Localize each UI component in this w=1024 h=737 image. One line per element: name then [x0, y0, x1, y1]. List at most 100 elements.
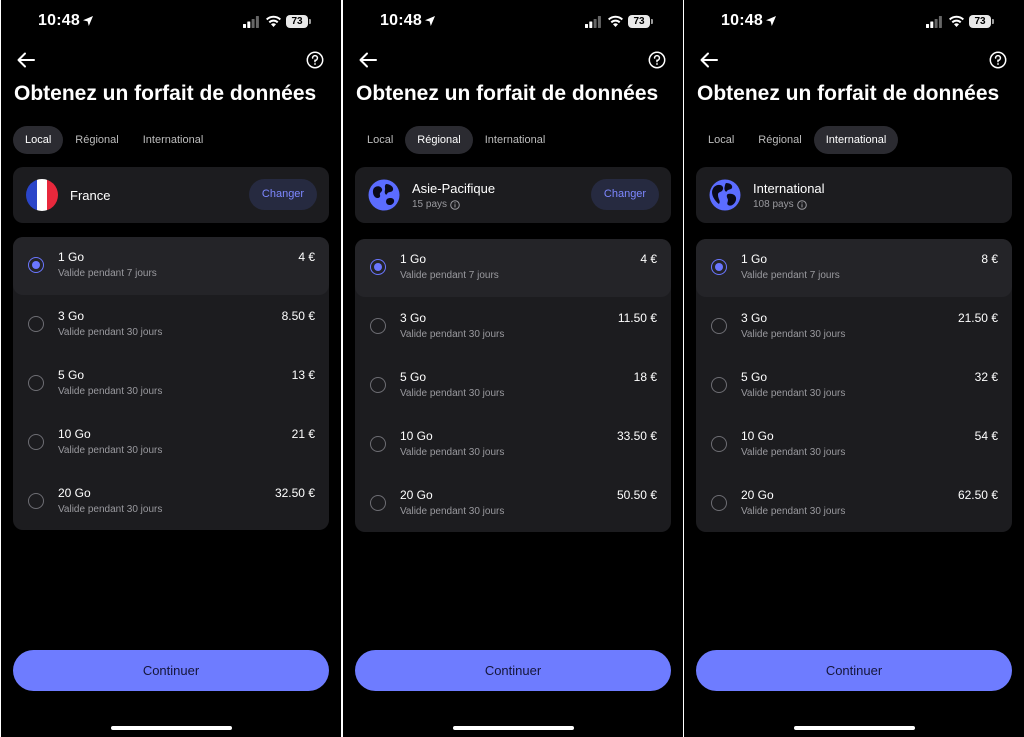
globe-icon — [709, 179, 741, 211]
change-region-button[interactable]: Changer — [249, 179, 317, 210]
help-question-icon[interactable] — [648, 51, 666, 69]
radio-unselected[interactable] — [711, 495, 727, 511]
region-tabs: Local Régional International — [696, 126, 899, 154]
radio-unselected[interactable] — [711, 318, 727, 334]
continue-button[interactable]: Continuer — [13, 650, 329, 691]
status-time: 10:48 — [380, 12, 422, 29]
cellular-signal-icon — [585, 16, 601, 28]
plan-price: 32 € — [974, 370, 998, 384]
plan-validity: Valide pendant 30 jours — [58, 386, 163, 397]
plan-size: 1 Go — [58, 250, 85, 264]
plan-size: 1 Go — [741, 252, 768, 266]
tab-regional[interactable]: Régional — [405, 126, 473, 154]
radio-unselected[interactable] — [370, 377, 386, 393]
plan-option-20go[interactable]: 20 Go Valide pendant 30 jours 62.50 € — [696, 475, 1012, 533]
plan-option-3go[interactable]: 3 Go Valide pendant 30 jours 11.50 € — [355, 298, 671, 356]
region-name: Asie-Pacifique — [412, 181, 496, 196]
plan-price: 8.50 € — [281, 309, 315, 323]
plan-option-20go[interactable]: 20 Go Valide pendant 30 jours 50.50 € — [355, 475, 671, 533]
tab-local[interactable]: Local — [696, 126, 746, 154]
plan-price: 32.50 € — [274, 486, 315, 500]
location-arrow-icon — [83, 16, 93, 26]
plan-price: 62.50 € — [957, 488, 998, 502]
region-tabs: Local Régional International — [355, 126, 557, 154]
wifi-icon — [949, 15, 964, 27]
battery-level: 73 — [969, 15, 991, 28]
cellular-signal-icon — [243, 16, 259, 28]
info-icon[interactable] — [796, 199, 807, 210]
radio-unselected[interactable] — [28, 316, 44, 332]
help-question-icon[interactable] — [989, 51, 1007, 69]
plan-price: 50.50 € — [616, 488, 657, 502]
plan-option-10go[interactable]: 10 Go Valide pendant 30 jours 33.50 € — [355, 416, 671, 474]
continue-button[interactable]: Continuer — [355, 650, 671, 691]
country-count-text: 15 pays — [412, 199, 448, 210]
radio-unselected[interactable] — [28, 375, 44, 391]
region-card: Asie-Pacifique 15 pays Changer — [355, 167, 671, 223]
plan-option-1go[interactable]: 1 Go Valide pendant 7 jours 4 € — [355, 239, 671, 297]
back-arrow-icon[interactable] — [16, 51, 36, 69]
radio-unselected[interactable] — [28, 493, 44, 509]
tab-regional[interactable]: Régional — [746, 126, 813, 154]
plan-validity: Valide pendant 7 jours — [400, 270, 499, 281]
plan-validity: Valide pendant 30 jours — [400, 506, 505, 517]
plan-price: 4 € — [298, 250, 315, 264]
plan-price: 8 € — [981, 252, 998, 266]
battery-level: 73 — [286, 15, 308, 28]
plan-price: 33.50 € — [616, 429, 657, 443]
continue-button[interactable]: Continuer — [696, 650, 1012, 691]
plan-size: 3 Go — [741, 311, 768, 325]
radio-unselected[interactable] — [28, 434, 44, 450]
radio-selected[interactable] — [370, 259, 386, 275]
plan-list: 1 Go Valide pendant 7 jours 4 € 3 Go Val… — [355, 239, 671, 532]
back-arrow-icon[interactable] — [358, 51, 378, 69]
page-title: Obtenez un forfait de données — [356, 82, 659, 105]
info-icon[interactable] — [450, 199, 460, 210]
radio-selected[interactable] — [711, 259, 727, 275]
radio-unselected[interactable] — [711, 377, 727, 393]
location-arrow-icon — [766, 16, 776, 26]
tab-regional[interactable]: Régional — [63, 126, 130, 154]
plan-option-1go[interactable]: 1 Go Valide pendant 7 jours 8 € — [696, 239, 1012, 297]
change-region-button[interactable]: Changer — [591, 179, 659, 210]
plan-option-5go[interactable]: 5 Go Valide pendant 30 jours 18 € — [355, 357, 671, 415]
plan-price: 18 € — [633, 370, 657, 384]
back-arrow-icon[interactable] — [699, 51, 719, 69]
plan-option-10go[interactable]: 10 Go Valide pendant 30 jours 54 € — [696, 416, 1012, 474]
status-bar: 10:48 73 — [1, 12, 341, 34]
cellular-signal-icon — [926, 16, 942, 28]
phone-screen-regional: 10:48 73 Obtenez un forfait de données L… — [343, 0, 683, 737]
radio-selected[interactable] — [28, 257, 44, 273]
plan-validity: Valide pendant 30 jours — [741, 388, 846, 399]
home-indicator — [453, 726, 574, 730]
tab-international[interactable]: International — [473, 126, 558, 154]
status-time: 10:48 — [38, 12, 80, 29]
plan-option-5go[interactable]: 5 Go Valide pendant 30 jours 32 € — [696, 357, 1012, 415]
tab-local[interactable]: Local — [355, 126, 405, 154]
help-question-icon[interactable] — [306, 51, 324, 69]
plan-validity: Valide pendant 30 jours — [741, 506, 846, 517]
plan-option-1go[interactable]: 1 Go Valide pendant 7 jours 4 € — [13, 237, 329, 295]
plan-option-3go[interactable]: 3 Go Valide pendant 30 jours 21.50 € — [696, 298, 1012, 356]
france-flag-icon — [26, 179, 58, 211]
tab-local[interactable]: Local — [13, 126, 64, 154]
radio-unselected[interactable] — [711, 436, 727, 452]
plan-option-10go[interactable]: 10 Go Valide pendant 30 jours 21 € — [13, 414, 329, 472]
plan-option-5go[interactable]: 5 Go Valide pendant 30 jours 13 € — [13, 355, 329, 413]
radio-unselected[interactable] — [370, 495, 386, 511]
plan-size: 1 Go — [400, 252, 427, 266]
battery-icon: 73 — [286, 15, 311, 28]
battery-level: 73 — [628, 15, 650, 28]
plan-validity: Valide pendant 30 jours — [58, 504, 163, 515]
plan-validity: Valide pendant 30 jours — [400, 329, 505, 340]
tab-international[interactable]: International — [131, 126, 216, 154]
radio-unselected[interactable] — [370, 436, 386, 452]
plan-validity: Valide pendant 30 jours — [58, 445, 163, 456]
plan-option-3go[interactable]: 3 Go Valide pendant 30 jours 8.50 € — [13, 296, 329, 354]
plan-size: 20 Go — [400, 488, 433, 502]
plan-option-20go[interactable]: 20 Go Valide pendant 30 jours 32.50 € — [13, 473, 329, 531]
plan-size: 5 Go — [741, 370, 768, 384]
tab-international[interactable]: International — [813, 126, 899, 154]
radio-unselected[interactable] — [370, 318, 386, 334]
country-count-text: 108 pays — [753, 199, 794, 210]
